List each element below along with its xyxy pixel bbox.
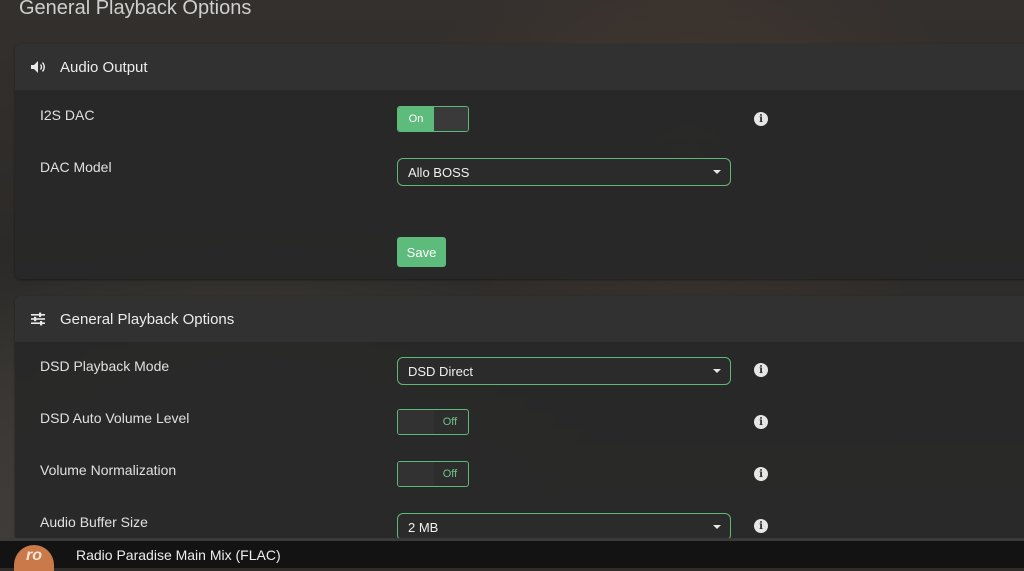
dac-model-label: DAC Model	[40, 159, 112, 175]
info-icon[interactable]: i	[754, 519, 768, 533]
i2s-dac-label: I2S DAC	[40, 107, 95, 123]
dsd-mode-select[interactable]: DSD Direct	[397, 357, 731, 385]
chevron-down-icon	[713, 170, 721, 174]
audio-output-title: Audio Output	[60, 59, 148, 76]
audio-output-header: Audio Output	[15, 44, 1024, 90]
audio-output-panel: Audio Output I2S DAC On i DAC Model Allo…	[15, 44, 1024, 279]
toggle-on-label: On	[398, 107, 434, 131]
info-icon[interactable]: i	[754, 467, 768, 481]
dac-model-value: Allo BOSS	[408, 165, 470, 180]
page-title: General Playback Options	[19, 0, 252, 19]
toggle-knob	[434, 107, 468, 131]
sliders-icon	[29, 311, 47, 327]
toggle-knob	[398, 462, 434, 486]
toggle-off-label: Off	[442, 468, 458, 480]
buffer-size-value: 2 MB	[408, 520, 439, 535]
dsd-mode-value: DSD Direct	[408, 364, 474, 379]
chevron-down-icon	[713, 369, 721, 373]
dsd-auto-volume-label: DSD Auto Volume Level	[40, 410, 190, 426]
station-logo: ro	[14, 545, 54, 571]
volume-normalization-label: Volume Normalization	[40, 462, 177, 478]
info-icon[interactable]: i	[754, 415, 768, 429]
info-icon[interactable]: i	[754, 112, 768, 126]
playback-options-panel: General Playback Options DSD Playback Mo…	[15, 296, 1024, 556]
toggle-off-label: Off	[442, 416, 458, 428]
dsd-mode-label: DSD Playback Mode	[40, 358, 170, 374]
speaker-icon	[29, 59, 47, 75]
now-playing-title[interactable]: Radio Paradise Main Mix (FLAC)	[76, 547, 281, 563]
buffer-size-select[interactable]: 2 MB	[397, 513, 731, 541]
chevron-down-icon	[713, 525, 721, 529]
buffer-size-label: Audio Buffer Size	[40, 514, 148, 530]
dsd-auto-volume-toggle[interactable]: Off	[397, 409, 469, 435]
save-button[interactable]: Save	[397, 237, 446, 267]
volume-normalization-toggle[interactable]: Off	[397, 461, 469, 487]
i2s-dac-toggle[interactable]: On	[397, 106, 469, 132]
dac-model-select[interactable]: Allo BOSS	[397, 158, 731, 186]
now-playing-bar[interactable]: ro Radio Paradise Main Mix (FLAC)	[0, 538, 1024, 571]
info-icon[interactable]: i	[754, 363, 768, 377]
playback-options-header: General Playback Options	[15, 296, 1024, 342]
toggle-knob	[398, 410, 434, 434]
playback-options-title: General Playback Options	[60, 311, 235, 328]
